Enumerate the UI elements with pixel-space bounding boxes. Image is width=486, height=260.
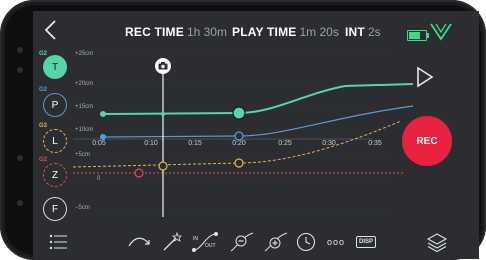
- sensor-dot: [17, 67, 23, 73]
- axis-label: L: [52, 135, 58, 147]
- time-tick: 0:15: [188, 140, 202, 147]
- add-keyframe-icon[interactable]: [263, 231, 289, 253]
- position-tick: 0: [97, 176, 101, 182]
- axis-label: P: [51, 99, 59, 111]
- position-tick: +15cm: [75, 104, 94, 110]
- list-icon[interactable]: [47, 231, 69, 253]
- position-tick: +10cm: [75, 127, 94, 133]
- in-out-icon[interactable]: IN OUT: [191, 231, 219, 253]
- disp-icon[interactable]: DISP: [353, 231, 379, 253]
- axis-label: Z: [51, 169, 59, 181]
- group-tag: G3: [39, 123, 48, 129]
- time-tick: 0:10: [144, 140, 158, 147]
- keyframe-timeline: 0:05 0:10 0:15 0:20 0:25 0:30 0:35: [72, 53, 414, 217]
- disp-label: DISP: [355, 236, 376, 248]
- group-tag: G2: [39, 87, 48, 93]
- zoom-keyframe[interactable]: [134, 168, 144, 178]
- axis-button-focus[interactable]: F: [43, 197, 67, 221]
- time-tick: 0:20: [232, 140, 246, 147]
- tilt-keyframe[interactable]: [232, 106, 246, 120]
- out-label: OUT: [205, 243, 216, 249]
- tilt-keyframe[interactable]: [100, 111, 106, 117]
- time-tick: 0:05: [92, 140, 106, 147]
- position-tick: +5cm: [75, 152, 90, 158]
- axis-button-pan[interactable]: P: [43, 93, 67, 117]
- group-tag: G2: [39, 157, 48, 163]
- bottom-toolbar: IN OUT ooo DISP: [33, 223, 479, 259]
- axis-column: G2 T G2 P G3 L G2 Z F: [33, 49, 67, 229]
- pan-keyframe[interactable]: [234, 131, 244, 141]
- rec-button[interactable]: REC: [402, 116, 452, 166]
- axis-button-zoom[interactable]: Z: [43, 163, 67, 187]
- position-tick: −5cm: [75, 205, 90, 211]
- position-tick: +20cm: [75, 81, 94, 87]
- app-screen: REC TIME1h 30m PLAY TIME1m 20s INT2s: [33, 11, 479, 259]
- tilt-keyframe-indicator: [161, 112, 165, 116]
- rec-label: REC: [416, 135, 438, 147]
- play-icon[interactable]: [415, 65, 435, 89]
- time-tick: 0:35: [368, 140, 382, 147]
- phone-bezel: REC TIME1h 30m PLAY TIME1m 20s INT2s: [5, 5, 481, 259]
- layers-icon[interactable]: [425, 231, 449, 253]
- pan-keyframe[interactable]: [100, 134, 106, 140]
- time-ticks: 0:05 0:10 0:15 0:20 0:25 0:30 0:35: [92, 140, 382, 147]
- grid: [73, 53, 393, 210]
- more-label: ooo: [326, 237, 346, 247]
- slide-keyframe[interactable]: [158, 161, 168, 171]
- remove-keyframe-icon[interactable]: [229, 231, 255, 253]
- time-tick: 0:25: [278, 140, 292, 147]
- in-label: IN: [193, 236, 198, 242]
- clock-icon[interactable]: [295, 231, 317, 253]
- slide-keyframe[interactable]: [234, 158, 244, 168]
- position-tick: +25cm: [75, 51, 94, 57]
- tilt-curve: [102, 83, 414, 115]
- magic-wand-icon[interactable]: [161, 231, 183, 253]
- phone-frame: REC TIME1h 30m PLAY TIME1m 20s INT2s: [0, 0, 486, 260]
- curve-arrow-icon[interactable]: [127, 231, 153, 253]
- group-tag: G2: [39, 51, 48, 57]
- axis-label: T: [51, 61, 59, 73]
- camera-icon[interactable]: [153, 56, 173, 76]
- sensor-dot: [17, 47, 23, 53]
- sensor-dot: [17, 200, 23, 206]
- axis-label: F: [51, 203, 59, 215]
- axis-button-tilt[interactable]: T: [43, 55, 67, 79]
- axis-button-slide[interactable]: L: [43, 129, 67, 153]
- sensor-dot: [17, 155, 23, 161]
- more-icon[interactable]: ooo: [325, 231, 347, 253]
